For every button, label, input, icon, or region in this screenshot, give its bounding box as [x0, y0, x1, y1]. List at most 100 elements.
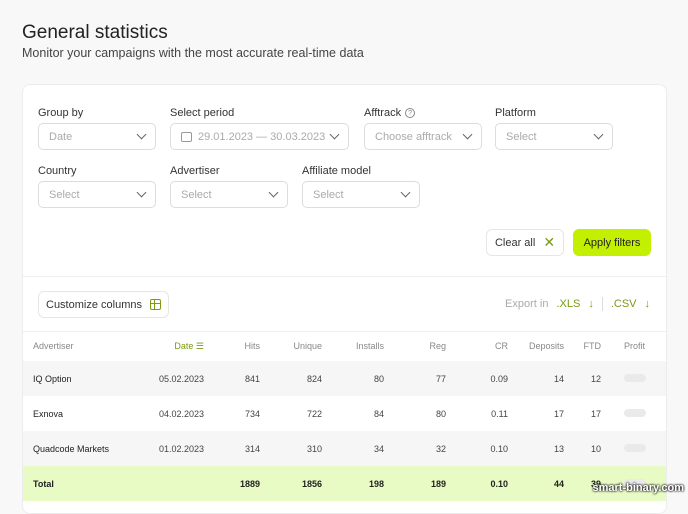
column-label: Date [174, 340, 194, 351]
cell-advertiser: Total [23, 466, 133, 501]
cell-ftd: 10 [568, 431, 605, 466]
column-label: Installs [355, 341, 384, 351]
cell-reg: 189 [388, 466, 450, 501]
column-header-date[interactable]: Date ☰ [133, 331, 208, 361]
platform-label: Platform [495, 107, 536, 119]
calendar-icon [181, 131, 192, 142]
advertiser-select[interactable]: Select [170, 181, 288, 208]
statistics-card: Group by Date Select period 29.01.2023 —… [22, 84, 667, 514]
country-label: Country [38, 165, 77, 177]
column-header-unique[interactable]: Unique [264, 331, 326, 361]
column-label: Unique [293, 341, 322, 351]
watermark: smart-binary.com [592, 482, 685, 494]
cell-ftd: 17 [590, 408, 601, 419]
cell-reg: 77 [388, 361, 450, 396]
group-by-select[interactable]: Date [38, 123, 156, 150]
column-header-profit[interactable]: Profit [605, 331, 666, 361]
cell-hits: 734 [244, 408, 260, 419]
cell-reg: 32 [388, 431, 450, 466]
column-header-hits[interactable]: Hits [208, 331, 264, 361]
cell-deposits: 44 [512, 466, 568, 501]
sort-filter-icon[interactable]: ☰ [193, 341, 204, 351]
column-header-reg[interactable]: Reg [388, 331, 450, 361]
period-value: 29.01.2023 — 30.03.2023 [198, 130, 326, 143]
xls-label: .XLS [556, 298, 581, 310]
cell-profit [605, 396, 666, 431]
cell-hits: 841 [208, 361, 264, 396]
cell-reg: 80 [435, 408, 446, 419]
group-by-label: Group by [38, 107, 84, 119]
country-placeholder: Select [49, 188, 80, 201]
cell-profit [605, 361, 666, 396]
customize-columns-label: Customize columns [46, 298, 142, 311]
clear-all-button[interactable]: Clear all ✕ [486, 229, 564, 256]
column-header-installs[interactable]: Installs [326, 331, 388, 361]
profit-toggle[interactable] [623, 373, 646, 382]
cell-date [133, 466, 208, 501]
download-icon: ↓ [588, 298, 594, 310]
cell-unique: 1856 [264, 466, 326, 501]
afftrack-select[interactable]: Choose afftrack [364, 123, 482, 150]
help-icon[interactable]: ? [405, 108, 416, 118]
cell-hits: 1889 [208, 466, 264, 501]
page-subtitle: Monitor your campaigns with the most acc… [22, 46, 364, 60]
afftrack-label: Afftrack? [364, 107, 416, 119]
table-icon [149, 299, 161, 310]
cell-cr: 0.09 [450, 361, 512, 396]
cell-installs: 84 [373, 408, 384, 419]
cell-unique: 824 [264, 361, 326, 396]
cell-cr: 0.11 [491, 408, 508, 419]
platform-select[interactable]: Select [495, 123, 613, 150]
column-label: Advertiser [33, 341, 74, 351]
afftrack-placeholder: Choose afftrack [375, 130, 452, 143]
cell-cr: 0.10 [450, 431, 512, 466]
cell-cr: 0.10 [450, 466, 512, 501]
cell-advertiser: IQ Option [23, 361, 133, 396]
table-header: Advertiser Date ☰ Hits Unique Installs Reg CR D… [23, 331, 666, 361]
cell-deposits: 14 [512, 361, 568, 396]
table-row: Exnova 04.02.2023 734 722 84 80 0.11 17 17 [23, 396, 666, 431]
affiliate-model-label: Affiliate model [302, 165, 371, 177]
export-bar: Export in .XLS ↓ .CSV ↓ [505, 297, 650, 311]
chevron-down-icon [593, 129, 604, 140]
total-row: Total 1889 1856 198 189 0.10 44 39 [23, 466, 666, 501]
column-header-advertiser[interactable]: Advertiser [23, 331, 133, 361]
apply-filters-button[interactable]: Apply filters [573, 229, 651, 256]
cell-advertiser: Exnova [33, 408, 64, 419]
column-label: FTD [583, 341, 602, 351]
cell-unique: 722 [306, 408, 322, 419]
column-label: Deposits [528, 341, 564, 351]
period-label: Select period [170, 107, 235, 119]
cell-ftd: 12 [568, 361, 605, 396]
customize-columns-button[interactable]: Customize columns [38, 291, 169, 318]
column-header-deposits[interactable]: Deposits [512, 331, 568, 361]
cell-profit [605, 431, 666, 466]
chevron-down-icon [400, 187, 411, 198]
column-label: CR [495, 341, 508, 351]
period-select[interactable]: 29.01.2023 — 30.03.2023 [170, 123, 349, 150]
divider [23, 276, 666, 277]
platform-placeholder: Select [506, 130, 537, 143]
profit-toggle[interactable] [623, 408, 646, 417]
chevron-down-icon [462, 129, 473, 140]
export-label: Export in [505, 298, 549, 310]
column-label: Profit [623, 341, 645, 351]
column-header-cr[interactable]: CR [450, 331, 512, 361]
table-row: Quadcode Markets 01.02.2023 314 310 34 32 0.10… [23, 431, 666, 466]
clear-all-label: Clear all [494, 236, 536, 249]
profit-toggle[interactable] [623, 443, 646, 452]
affiliate-model-select[interactable]: Select [302, 181, 420, 208]
page-title: General statistics [22, 22, 168, 43]
column-header-ftd[interactable]: FTD [568, 331, 605, 361]
export-csv-button[interactable]: .CSV ↓ [611, 298, 650, 310]
advertiser-placeholder: Select [181, 188, 212, 201]
export-xls-button[interactable]: .XLS ↓ [556, 298, 593, 310]
country-select[interactable]: Select [38, 181, 156, 208]
cell-installs: 34 [326, 431, 388, 466]
cell-advertiser: Quadcode Markets [23, 431, 133, 466]
chevron-down-icon [268, 187, 279, 198]
cell-date: 01.02.2023 [133, 431, 208, 466]
statistics-table: Advertiser Date ☰ Hits Unique Installs Reg CR D… [23, 331, 666, 501]
cell-installs: 80 [326, 361, 388, 396]
affiliate-model-placeholder: Select [313, 188, 344, 201]
